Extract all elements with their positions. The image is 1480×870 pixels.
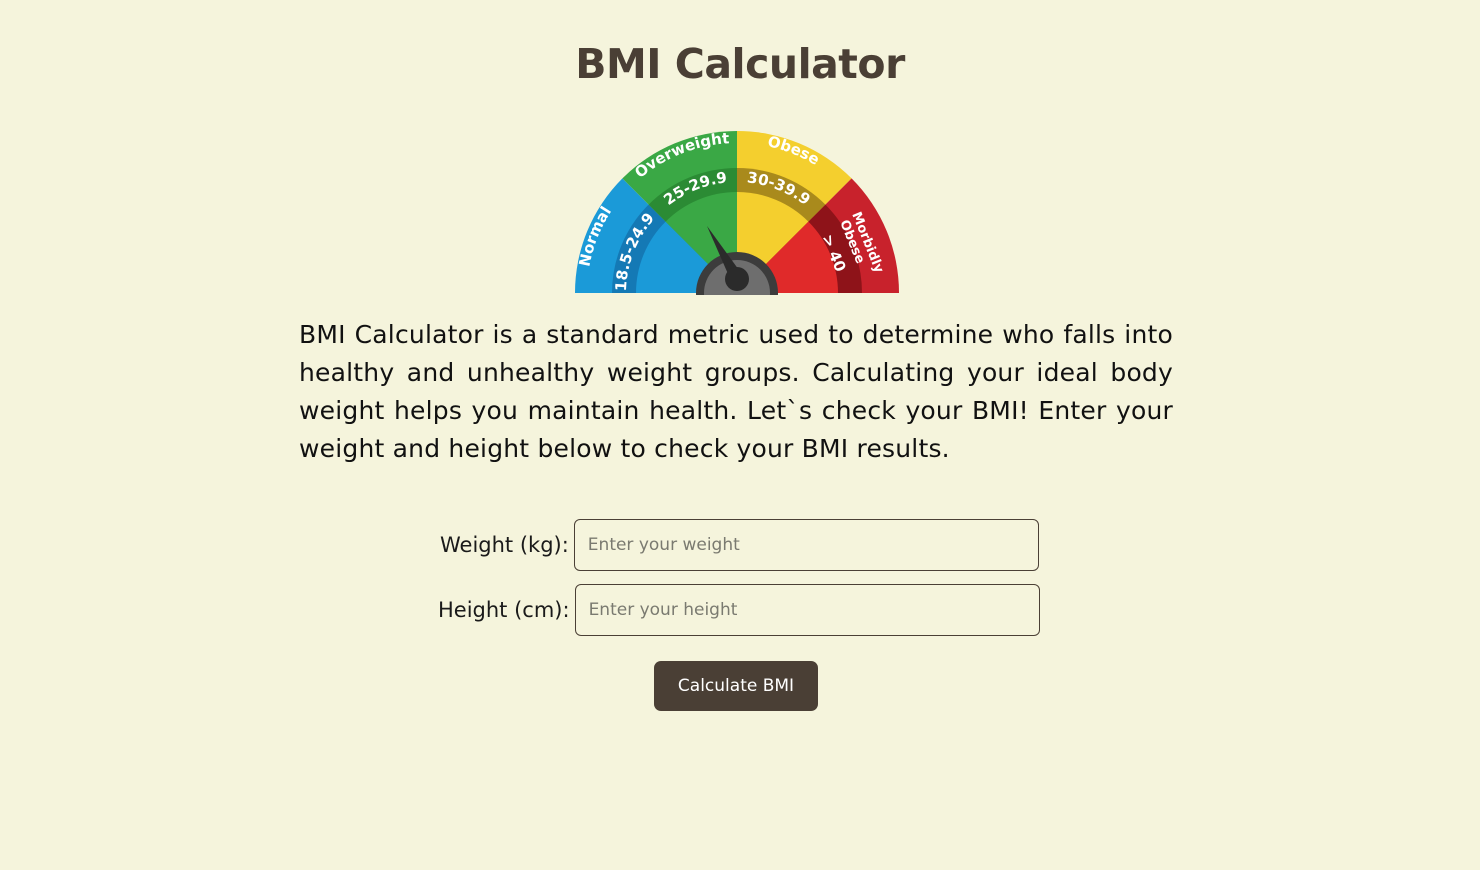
calculate-bmi-button[interactable]: Calculate BMI bbox=[654, 661, 818, 711]
bmi-gauge-image: Normal Overweight Obese Morbidly Obese 1… bbox=[575, 130, 899, 295]
height-label: Height (cm): bbox=[438, 598, 570, 622]
height-input[interactable] bbox=[574, 584, 1040, 636]
weight-row: Weight (kg): bbox=[440, 519, 1039, 571]
bmi-calculator-page: BMI Calculator Normal Overweight Obese M… bbox=[0, 0, 1480, 870]
page-description: BMI Calculator is a standard metric used… bbox=[299, 320, 1173, 463]
weight-input[interactable] bbox=[573, 519, 1039, 571]
page-title: BMI Calculator bbox=[575, 40, 905, 88]
weight-label: Weight (kg): bbox=[440, 533, 569, 557]
height-row: Height (cm): bbox=[438, 584, 1040, 636]
